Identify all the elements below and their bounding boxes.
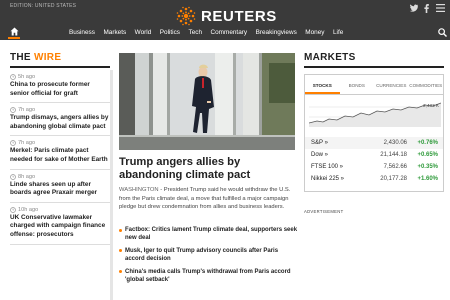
- clock-icon: [10, 206, 16, 213]
- related-stories: Factbox: Critics lament Trump climate de…: [119, 226, 299, 288]
- search-icon[interactable]: [438, 28, 447, 37]
- story-summary: WASHINGTON - President Trump said he wou…: [119, 186, 297, 212]
- market-name: S&P »: [311, 140, 328, 146]
- market-sparkline-chart: [309, 102, 441, 127]
- markets-divider: [304, 66, 444, 68]
- related-story-link[interactable]: Musk, Iger to quit Trump advisory counci…: [119, 247, 299, 264]
- brand-name: REUTERS: [201, 7, 277, 25]
- wire-item[interactable]: 7h ago Trump dismays, angers allies by a…: [10, 103, 110, 137]
- facebook-icon[interactable]: [424, 4, 429, 13]
- markets-tabs: STOCKS BONDS CURRENCIES COMMODITIES: [305, 75, 443, 95]
- wire-item-time-text: 8h ago: [18, 173, 36, 180]
- markets-widget: STOCKS BONDS CURRENCIES COMMODITIES 2,43…: [304, 74, 444, 192]
- market-value: 20,177.28: [380, 176, 407, 182]
- home-icon[interactable]: [10, 27, 19, 36]
- market-name: Nikkei 225 »: [311, 176, 345, 182]
- market-row[interactable]: Nikkei 225 » 20,177.28 +1.60%: [305, 173, 443, 185]
- tab-bonds[interactable]: BONDS: [340, 75, 375, 94]
- wire-item-time-text: 7h ago: [18, 107, 36, 114]
- wire-item-time-text: 10h ago: [18, 206, 39, 213]
- top-bar: EDITION: UNITED STATES REUTERS Business …: [0, 0, 450, 40]
- market-name: Dow »: [311, 152, 329, 158]
- wire-heading-accent: WIRE: [33, 52, 62, 63]
- wire-item-time-text: 7h ago: [18, 140, 36, 147]
- market-row[interactable]: Dow » 21,144.18 +0.65%: [305, 149, 443, 161]
- market-value: 21,144.18: [380, 152, 407, 158]
- clock-icon: [10, 140, 16, 147]
- nav-item-tech[interactable]: Tech: [189, 29, 203, 36]
- nav-item-world[interactable]: World: [135, 29, 152, 36]
- related-story-link[interactable]: China's media calls Trump's withdrawal f…: [119, 268, 299, 285]
- wire-item-time-text: 5h ago: [18, 74, 36, 80]
- nav-item-markets[interactable]: Markets: [103, 29, 126, 36]
- markets-heading[interactable]: MARKETS: [304, 52, 356, 63]
- wire-item-title[interactable]: Linde shares seen up after boards agree …: [10, 181, 110, 198]
- wire-heading-prefix: THE: [10, 52, 34, 63]
- market-change: +1.60%: [417, 176, 438, 182]
- wire-item[interactable]: 7h ago Merkel: Paris climate pact needed…: [10, 136, 110, 170]
- hero-photo: [119, 53, 295, 150]
- wire-item-time: 7h ago: [10, 140, 110, 146]
- nav-item-politics[interactable]: Politics: [160, 29, 180, 36]
- market-change: +0.76%: [417, 140, 438, 146]
- reuters-logo-mark-icon: [176, 6, 196, 26]
- market-name: FTSE 100 »: [311, 164, 344, 170]
- nav-items: Business Markets World Politics Tech Com…: [69, 29, 352, 36]
- market-row[interactable]: S&P » 2,430.06 +0.76%: [305, 137, 443, 149]
- tab-stocks[interactable]: STOCKS: [305, 75, 340, 94]
- twitter-icon[interactable]: [409, 4, 418, 12]
- wire-item[interactable]: 8h ago Linde shares seen up after boards…: [10, 170, 110, 203]
- market-value: 2,430.06: [383, 140, 407, 146]
- menu-icon[interactable]: [436, 4, 445, 12]
- clock-icon: [10, 74, 16, 80]
- tab-currencies[interactable]: CURRENCIES: [374, 75, 409, 94]
- hero-image[interactable]: [119, 53, 295, 150]
- market-value: 7,562.66: [383, 164, 407, 170]
- main-nav: Business Markets World Politics Tech Com…: [0, 27, 450, 40]
- nav-item-money[interactable]: Money: [305, 29, 324, 36]
- wire-item[interactable]: 5h ago China to prosecute former senior …: [10, 70, 110, 104]
- wire-item-time: 10h ago: [10, 207, 110, 213]
- home-active-indicator: [8, 37, 20, 39]
- wire-item-title[interactable]: Trump dismays, angers allies by abandoni…: [10, 114, 110, 131]
- nav-item-business[interactable]: Business: [69, 29, 95, 36]
- market-change: +0.65%: [417, 152, 438, 158]
- tab-commodities[interactable]: COMMODITIES: [409, 75, 444, 94]
- wire-item-title[interactable]: Merkel: Paris climate pact needed for sa…: [10, 147, 110, 164]
- clock-icon: [10, 107, 16, 114]
- nav-item-commentary[interactable]: Commentary: [211, 29, 248, 36]
- wire-item[interactable]: 10h ago UK Conservative lawmaker charged…: [10, 203, 110, 245]
- wire-item-time: 7h ago: [10, 107, 110, 113]
- wire-heading[interactable]: THE WIRE: [10, 52, 61, 63]
- story-headline[interactable]: Trump angers allies by abandoning climat…: [119, 156, 297, 181]
- reuters-logo[interactable]: REUTERS: [176, 5, 277, 27]
- wire-item-title[interactable]: UK Conservative lawmaker charged with ca…: [10, 214, 110, 240]
- story-dateline: WASHINGTON: [119, 187, 159, 193]
- wire-item-time: 5h ago: [10, 74, 110, 80]
- wire-list: 5h ago China to prosecute former senior …: [10, 70, 110, 245]
- wire-item-title[interactable]: China to prosecute former senior officia…: [10, 81, 110, 98]
- wire-item-time: 8h ago: [10, 174, 110, 180]
- chart-value-label: 2,433 K: [423, 103, 439, 108]
- related-story-link[interactable]: Factbox: Critics lament Trump climate de…: [119, 226, 299, 243]
- nav-item-life[interactable]: Life: [333, 29, 343, 36]
- market-change: +0.35%: [417, 164, 438, 170]
- wire-divider: [10, 66, 110, 68]
- market-row[interactable]: FTSE 100 » 7,562.66 +0.35%: [305, 161, 443, 173]
- advertisement-label: ADVERTISEMENT: [304, 209, 344, 214]
- wire-scrollbar[interactable]: [110, 70, 113, 300]
- nav-item-breakingviews[interactable]: Breakingviews: [256, 29, 297, 36]
- clock-icon: [10, 173, 16, 180]
- edition-selector[interactable]: EDITION: UNITED STATES: [10, 3, 76, 9]
